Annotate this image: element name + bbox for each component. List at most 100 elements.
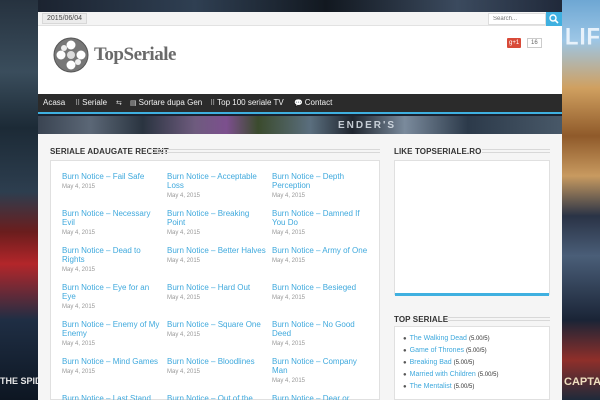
section-title-like: LIKE TOPSERIALE.RO (394, 147, 482, 156)
nav-item-seriale[interactable]: ⠿ Seriale (75, 94, 107, 112)
post-title-link[interactable]: Burn Notice – Damned If You Do (272, 209, 374, 227)
section-divider (448, 317, 550, 321)
rating-score: (5.00/5) (453, 360, 475, 366)
post-date: May 4, 2015 (167, 332, 201, 338)
nav-item-top100[interactable]: ⠿ Top 100 seriale TV (210, 94, 284, 112)
post-date: May 4, 2015 (272, 258, 306, 264)
accent-bar (395, 293, 549, 296)
post-date: May 4, 2015 (62, 341, 96, 347)
post-title-link[interactable]: Burn Notice – Acceptable Loss (167, 172, 269, 190)
post-date: May 4, 2015 (167, 295, 201, 301)
nav-label: Acasa (43, 98, 66, 107)
post-item: Burn Notice – Eye for an Eye May 4, 2015 (62, 283, 164, 310)
post-title-link[interactable]: Burn Notice – Company Man (272, 357, 374, 375)
post-date: May 4, 2015 (62, 369, 96, 375)
top-seriale-box: ● The Walking Dead (5.00/5) ● Game of Throne… (394, 326, 550, 400)
top-seriale-link[interactable]: The Walking Dead (410, 335, 467, 342)
post-item: Burn Notice – Necessary Evil May 4, 2015 (62, 209, 164, 236)
site-header: TopSeriale g+1 16 (38, 26, 562, 94)
rating-score: (5.00/5) (465, 348, 487, 354)
post-title-link[interactable]: Burn Notice – Bloodlines (167, 357, 269, 366)
top-seriale-link[interactable]: Game of Thrones (410, 347, 464, 354)
top-seriale-link[interactable]: Breaking Bad (410, 359, 452, 366)
post-title-link[interactable]: Burn Notice – Eye for an Eye (62, 283, 164, 301)
post-title-link[interactable]: Burn Notice – Enemy of My Enemy (62, 320, 164, 338)
google-plus-button[interactable]: g+1 (507, 38, 522, 48)
nav-label: Top 100 seriale TV (217, 98, 284, 107)
post-date: May 4, 2015 (272, 230, 306, 236)
post-title-link[interactable]: Burn Notice – Breaking Point (167, 209, 269, 227)
post-date: May 4, 2015 (272, 193, 306, 199)
post-item: Burn Notice – Dear or (272, 394, 374, 400)
post-item: Burn Notice – Dead to Rights May 4, 2015 (62, 246, 164, 273)
grid-icon: ⠿ (210, 100, 216, 107)
list-icon: ▤ (130, 100, 137, 107)
post-date: May 4, 2015 (62, 304, 96, 310)
site-logo-text[interactable]: TopSeriale (94, 44, 176, 66)
top-seriale-list: ● The Walking Dead (5.00/5) ● Game of Throne… (395, 327, 549, 393)
facebook-like-box[interactable] (394, 160, 550, 296)
post-date: May 4, 2015 (167, 230, 201, 236)
poster-caption-right: CAPTAIN (564, 376, 600, 388)
google-plus-count: 16 (527, 38, 542, 48)
post-item: Burn Notice – Bloodlines May 4, 2015 (167, 357, 269, 375)
top-seriale-link[interactable]: Married with Children (410, 371, 476, 378)
nav-label: Seriale (82, 98, 108, 107)
nav-label: Contact (304, 98, 333, 107)
banner-text: ENDER'S (338, 120, 397, 131)
bullet-icon: ● (403, 336, 407, 342)
top-seriale-item: ● Game of Thrones (5.00/5) (403, 345, 541, 357)
post-title-link[interactable]: Burn Notice – Better Halves (167, 246, 269, 255)
post-date: May 4, 2015 (62, 230, 96, 236)
post-date: May 4, 2015 (272, 341, 306, 347)
post-title-link[interactable]: Burn Notice – Mind Games (62, 357, 164, 366)
top-seriale-item: ● The Walking Dead (5.00/5) (403, 333, 541, 345)
poster-title-right: LIF (565, 22, 600, 51)
rating-score: (5.00/5) (453, 384, 475, 390)
post-item: Burn Notice – Hard Out May 4, 2015 (167, 283, 269, 301)
post-title-link[interactable]: Burn Notice – Besieged (272, 283, 374, 292)
post-date: May 4, 2015 (272, 295, 306, 301)
post-item: Burn Notice – Enemy of My Enemy May 4, 20… (62, 320, 164, 347)
rating-score: (5.00/5) (477, 372, 499, 378)
nav-item-random[interactable]: ⇆ (116, 94, 124, 112)
post-item: Burn Notice – Damned If You Do May 4, 201… (272, 209, 374, 236)
post-date: May 4, 2015 (272, 378, 306, 384)
content-area: SERIALE ADAUGATE RECENT Burn Notice – Fa… (38, 134, 562, 400)
nav-item-acasa[interactable]: Acasa (43, 94, 65, 112)
background-poster-top (38, 0, 562, 12)
nav-item-sortare[interactable]: ▤ Sortare dupa Gen (130, 94, 202, 112)
post-item: Burn Notice – Square One May 4, 2015 (167, 320, 269, 338)
featured-banner[interactable]: ENDER'S (38, 116, 562, 134)
post-title-link[interactable]: Burn Notice – Square One (167, 320, 269, 329)
bullet-icon: ● (403, 360, 407, 366)
post-date: May 4, 2015 (167, 193, 201, 199)
post-date: May 4, 2015 (167, 258, 201, 264)
search-button[interactable] (546, 12, 562, 26)
post-item: Burn Notice – Better Halves May 4, 2015 (167, 246, 269, 264)
post-title-link[interactable]: Burn Notice – Necessary Evil (62, 209, 164, 227)
film-reel-icon[interactable] (52, 36, 90, 76)
recent-posts-grid: Burn Notice – Fail Safe May 4, 2015 Burn N… (50, 160, 380, 400)
post-title-link[interactable]: Burn Notice – Army of One (272, 246, 374, 255)
post-date: May 4, 2015 (62, 184, 96, 190)
post-title-link[interactable]: Burn Notice – No Good Deed (272, 320, 374, 338)
post-title-link[interactable]: Burn Notice – Depth Perception (272, 172, 374, 190)
post-title-link[interactable]: Burn Notice – Fail Safe (62, 172, 164, 181)
post-date: May 4, 2015 (62, 267, 96, 273)
grid-icon: ⠿ (75, 100, 81, 107)
post-title-link[interactable]: Burn Notice – Dear or (272, 394, 374, 400)
post-date: May 4, 2015 (167, 369, 201, 375)
search-input[interactable] (488, 13, 546, 25)
top-bar: 2015/06/04 (38, 12, 562, 26)
nav-item-contact[interactable]: 💬 Contact (294, 94, 332, 112)
post-title-link[interactable]: Burn Notice – Last Stand (62, 394, 164, 400)
background-poster-left (0, 0, 38, 400)
post-item: Burn Notice – Acceptable Loss May 4, 2015 (167, 172, 269, 199)
top-seriale-link[interactable]: The Mentalist (410, 383, 452, 390)
post-title-link[interactable]: Burn Notice – Dead to Rights (62, 246, 164, 264)
section-divider (148, 149, 380, 153)
post-title-link[interactable]: Burn Notice – Out of the (167, 394, 269, 400)
post-item: Burn Notice – Company Man May 4, 2015 (272, 357, 374, 384)
post-title-link[interactable]: Burn Notice – Hard Out (167, 283, 269, 292)
